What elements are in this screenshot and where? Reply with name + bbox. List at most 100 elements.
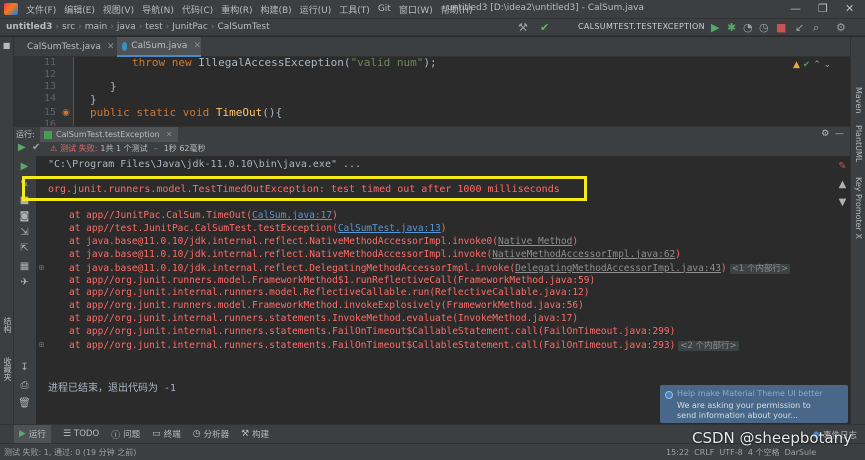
close-window-button[interactable]: ✕: [845, 2, 854, 15]
code-line-brace: }: [110, 80, 117, 93]
panel-options[interactable]: ⚙ —: [821, 129, 844, 139]
minimize-panel-icon[interactable]: —: [835, 129, 844, 139]
coverage-icon[interactable]: ◔: [743, 21, 753, 34]
git-update-icon[interactable]: ↙: [795, 21, 804, 34]
status-message[interactable]: 测试 失败: 1, 通过: 0 (19 分钟 之前): [4, 447, 136, 458]
tool-profiler[interactable]: ◷ 分析器: [193, 428, 229, 440]
scroll-up-icon[interactable]: ▲: [836, 178, 849, 191]
menu-refactor[interactable]: 重构(R): [217, 3, 256, 16]
left-tool-strip: ■ 结构 收藏夹: [0, 37, 14, 424]
source-link[interactable]: DelegatingMethodAccessorImpl.java:43: [515, 263, 721, 274]
export-icon[interactable]: ⇱: [18, 242, 31, 255]
breadcrumb-test[interactable]: test: [143, 22, 164, 32]
tool-run[interactable]: ▶ 运行: [14, 425, 51, 443]
add-configuration-icon[interactable]: ✔: [540, 21, 549, 34]
fold-expand-icon[interactable]: ⊞: [39, 340, 44, 349]
close-tab-icon[interactable]: ✕: [107, 42, 115, 52]
profile-icon[interactable]: ◷: [759, 21, 769, 34]
breadcrumb-main[interactable]: main: [83, 22, 110, 32]
minimize-button[interactable]: —: [790, 2, 801, 15]
build-hammer-icon[interactable]: ⚒: [518, 21, 528, 34]
key-promoter-tool-label[interactable]: Key Promoter X: [854, 177, 863, 239]
menu-git[interactable]: Git: [374, 4, 395, 14]
folded-lines-badge[interactable]: <2 个内部行>: [678, 341, 739, 351]
stack-frame-text: at app//org.junit.runners.model.Framewor…: [69, 274, 458, 286]
print-icon[interactable]: ⎙: [18, 379, 31, 392]
layout-icon[interactable]: ▦: [18, 260, 31, 273]
stack-frame-text: ): [669, 340, 676, 351]
restore-button[interactable]: ❐: [818, 2, 828, 15]
test-config-icon: [44, 130, 52, 139]
menu-edit[interactable]: 编辑(E): [60, 3, 99, 16]
tab-calsumtest[interactable]: CalSumTest.java ✕: [18, 37, 114, 57]
code-text: );: [423, 56, 437, 69]
breadcrumb-src[interactable]: src: [60, 22, 77, 32]
breadcrumb-class[interactable]: CalSumTest: [215, 22, 271, 32]
source-link[interactable]: CalSum.java:17: [252, 210, 332, 221]
status-indicators[interactable]: 15:22 CRLF UTF-8 4 个空格 DarSule: [666, 447, 816, 458]
notification-balloon[interactable]: Help make Material Theme UI better We ar…: [660, 385, 848, 423]
menu-window[interactable]: 窗口(W): [395, 3, 437, 16]
code-line-brace: }: [90, 93, 97, 106]
source-link[interactable]: CalSumTest.java:13: [338, 223, 441, 234]
settings-gear-icon[interactable]: ⚙: [821, 129, 829, 139]
maven-tool-label[interactable]: Maven: [854, 87, 863, 114]
delete-icon[interactable]: 🗑: [18, 397, 31, 410]
fold-expand-icon[interactable]: ⊞: [39, 263, 44, 272]
structure-tool-label[interactable]: 结构: [2, 317, 13, 333]
notification-title[interactable]: Help make Material Theme UI better: [677, 389, 823, 398]
menu-build[interactable]: 构建(B): [256, 3, 295, 16]
camera-icon[interactable]: ◙: [18, 210, 31, 223]
import-icon[interactable]: ⇲: [18, 226, 31, 239]
breadcrumb-java[interactable]: java: [115, 22, 138, 32]
notification-line: We are asking your permission to: [677, 401, 811, 410]
breadcrumb-package[interactable]: JunitPac: [170, 22, 210, 32]
inspection-status[interactable]: ▲ ✔ ⌃ ⌄: [793, 60, 831, 70]
pin-icon[interactable]: ✈: [18, 276, 31, 289]
run-configuration-selector[interactable]: CALSUMTEST.TESTEXCEPTION: [578, 22, 705, 31]
stack-frame-text: ): [669, 326, 676, 338]
tool-todo[interactable]: ☰ TODO: [63, 429, 99, 439]
window-title: untitled3 [D:\idea2\untitled3] - CalSum.…: [447, 3, 644, 13]
settings-gear-icon[interactable]: ⚙: [836, 21, 846, 34]
stop-icon[interactable]: ■: [776, 21, 786, 34]
tool-terminal[interactable]: ▭ 终端: [152, 428, 181, 440]
menu-file[interactable]: 文件(F): [22, 3, 60, 16]
tab-calsum[interactable]: CalSum.java ✕: [117, 37, 201, 57]
code-editor[interactable]: 11 12 13 14 15 16 throw new IllegalAcces…: [14, 56, 850, 130]
breakpoint-gutter-icon[interactable]: ◉: [62, 108, 70, 118]
menu-code[interactable]: 代码(C): [178, 3, 217, 16]
run-icon[interactable]: ▶: [711, 21, 719, 34]
terminal-icon: ▭: [152, 429, 161, 439]
search-everywhere-icon[interactable]: ⌕: [813, 21, 819, 35]
run-tab[interactable]: CalSumTest.testException ✕: [40, 126, 179, 143]
java-class-icon: [122, 41, 128, 51]
menu-tools[interactable]: 工具(T): [335, 3, 374, 16]
plantuml-tool-label[interactable]: PlantUML: [854, 125, 863, 162]
scroll-to-end-icon[interactable]: ↧: [18, 361, 31, 374]
folded-lines-badge[interactable]: <1 个内部行>: [729, 263, 791, 274]
menu-navigate[interactable]: 导航(N): [138, 3, 178, 16]
scroll-down-icon[interactable]: ▼: [836, 196, 849, 209]
rerun-icon[interactable]: ▶: [18, 142, 26, 153]
tool-problems[interactable]: ⓘ 问题: [111, 428, 140, 441]
breadcrumb-project[interactable]: untitled3: [4, 22, 54, 32]
tool-build[interactable]: ⚒ 构建: [241, 428, 269, 440]
stack-frame-text: at app//org.junit.internal.runners.model…: [69, 287, 436, 299]
line-number: 14: [43, 93, 56, 104]
favorites-tool-label[interactable]: 收藏夹: [2, 357, 13, 381]
project-tool-label[interactable]: ■: [2, 41, 11, 50]
debug-icon[interactable]: ✱: [727, 21, 736, 34]
stack-frame-text: ): [332, 210, 338, 221]
check-icon[interactable]: ✔: [32, 142, 40, 153]
source-link[interactable]: Native Method: [498, 236, 572, 247]
menu-view[interactable]: 视图(V): [99, 3, 138, 16]
close-tab-icon[interactable]: ✕: [193, 41, 201, 51]
menu-run[interactable]: 运行(U): [296, 3, 336, 16]
rerun-icon[interactable]: ▶: [18, 160, 31, 173]
tool-label: 问题: [123, 430, 141, 440]
source-link[interactable]: NativeMethodAccessorImpl.java:62: [492, 249, 675, 260]
menu-bar: 文件(F) 编辑(E) 视图(V) 导航(N) 代码(C) 重构(R) 构建(B…: [0, 0, 865, 18]
stop-icon[interactable]: ✎: [836, 160, 849, 173]
close-tab-icon[interactable]: ✕: [166, 130, 173, 139]
